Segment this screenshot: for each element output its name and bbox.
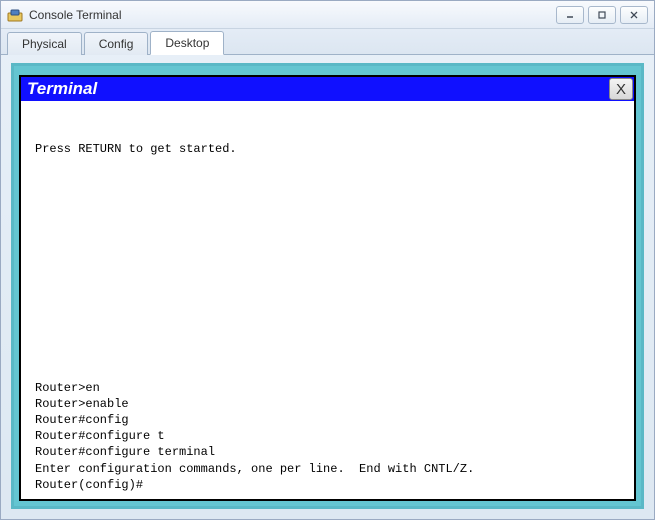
window-title: Console Terminal <box>29 8 556 22</box>
terminal-line: Router>enable <box>35 396 626 412</box>
terminal-line: Router>en <box>35 380 626 396</box>
maximize-button[interactable] <box>588 6 616 24</box>
desktop-area: Terminal X Press RETURN to get started. … <box>11 63 644 509</box>
terminal-window: Terminal X Press RETURN to get started. … <box>19 75 636 501</box>
terminal-body[interactable]: Press RETURN to get started. Router>en R… <box>21 101 634 499</box>
terminal-prompt: Router(config)# <box>35 477 626 493</box>
tab-config[interactable]: Config <box>84 32 149 55</box>
terminal-spacer <box>35 157 626 380</box>
window-controls <box>556 6 648 24</box>
tab-physical[interactable]: Physical <box>7 32 82 55</box>
app-icon <box>7 7 23 23</box>
terminal-line: Router#config <box>35 412 626 428</box>
terminal-line: Enter configuration commands, one per li… <box>35 461 626 477</box>
terminal-line: Press RETURN to get started. <box>35 141 626 157</box>
terminal-close-button[interactable]: X <box>609 78 633 100</box>
titlebar: Console Terminal <box>1 1 654 29</box>
terminal-titlebar: Terminal X <box>21 77 634 101</box>
close-button[interactable] <box>620 6 648 24</box>
tab-desktop[interactable]: Desktop <box>150 31 224 55</box>
terminal-line: Router#configure terminal <box>35 444 626 460</box>
terminal-title: Terminal <box>27 79 609 99</box>
app-window: Console Terminal Physical Config Desktop… <box>0 0 655 520</box>
desktop-inner: Terminal X Press RETURN to get started. … <box>19 71 636 501</box>
tab-bar: Physical Config Desktop <box>1 29 654 55</box>
terminal-line: Router#configure t <box>35 428 626 444</box>
minimize-button[interactable] <box>556 6 584 24</box>
